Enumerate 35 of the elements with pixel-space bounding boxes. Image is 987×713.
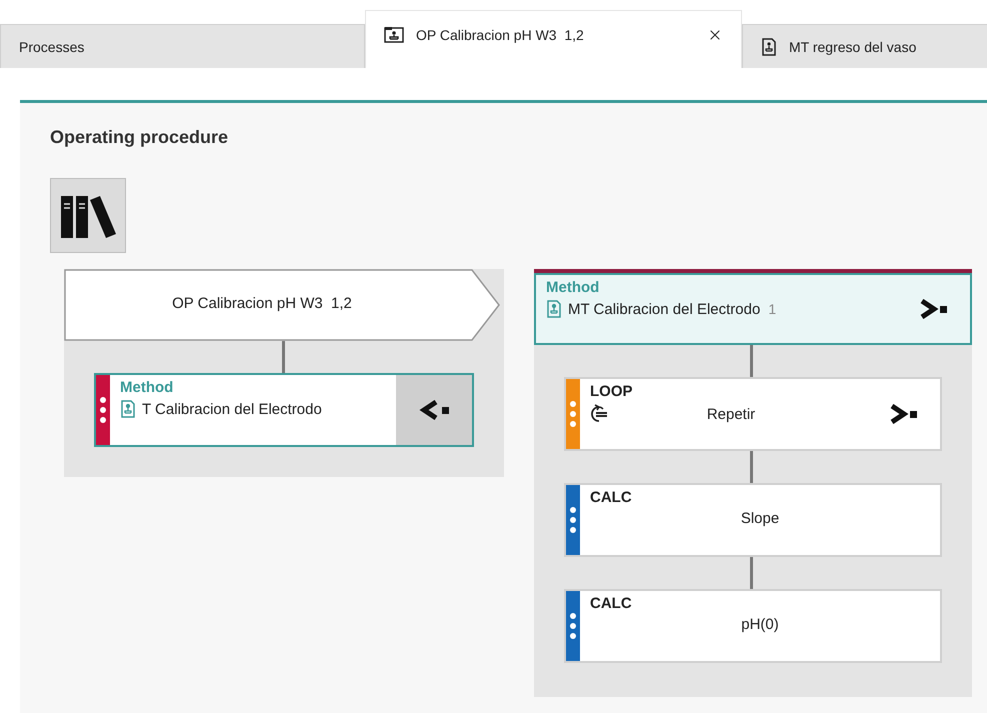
procedure-title: OP Calibracion pH W3 1,2 (171, 295, 353, 312)
tab[interactable]: MT regreso del vaso (742, 24, 987, 68)
node-type: Method (546, 279, 600, 296)
drag-handle[interactable] (566, 379, 580, 449)
node-type: LOOP (590, 383, 633, 400)
document-icon (120, 400, 136, 418)
method-header[interactable]: Method MT Calibracion del Electrodo 1 (534, 273, 972, 345)
library-button[interactable] (50, 178, 126, 253)
tab[interactable]: OP Calibracion pH W3 1,2 (365, 10, 742, 68)
chevron-left-icon (418, 400, 450, 420)
node-name: Slope (740, 510, 780, 527)
drag-handle[interactable] (566, 591, 580, 661)
document-icon (761, 38, 777, 56)
step-card[interactable]: CALC Slope (564, 483, 942, 557)
drag-handle[interactable] (96, 375, 110, 445)
tab-label: Processes (19, 38, 86, 54)
tab-label: MT regreso del vaso (789, 38, 918, 54)
section-heading: Operating procedure (50, 127, 230, 148)
node-name: T Calibracion del Electrodo (142, 400, 322, 418)
procedure-icon (384, 26, 404, 43)
document-icon (546, 300, 562, 318)
drag-handle[interactable] (566, 485, 580, 555)
tab[interactable]: Processes (0, 24, 365, 68)
node-type: CALC (590, 595, 632, 612)
step-card[interactable]: CALC pH(0) (564, 589, 942, 663)
node-name: Repetir (706, 406, 756, 422)
method-card[interactable]: Method T Calibracion del Electrodo (94, 373, 474, 447)
collapse-toggle[interactable] (396, 375, 472, 445)
node-name: pH(0) (740, 616, 780, 633)
tab-label: OP Calibracion pH W3 1,2 (416, 26, 585, 42)
step-card[interactable]: LOOP Repetir (564, 377, 942, 451)
loop-icon (590, 404, 608, 424)
node-type: Method (120, 379, 174, 396)
node-name: MT Calibracion del Electrodo 1 (568, 300, 776, 318)
node-type: CALC (590, 489, 632, 506)
